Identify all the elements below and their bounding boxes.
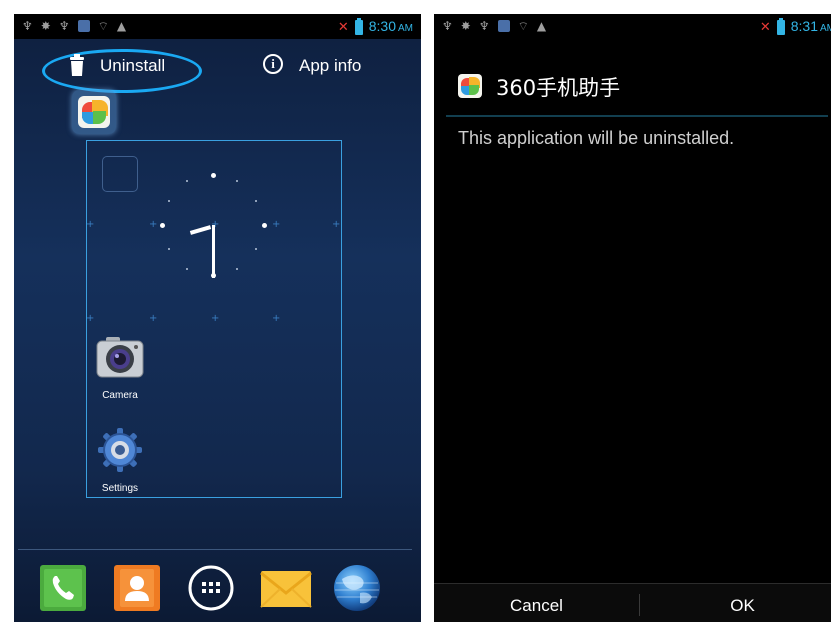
clock-tick	[236, 180, 238, 182]
no-sim-icon: ✕	[759, 19, 771, 35]
cancel-button[interactable]: Cancel	[434, 584, 639, 622]
status-time: 8:30 AM	[368, 18, 413, 34]
notification-app-icon	[77, 20, 90, 32]
wifi-icon: ⌔	[97, 19, 109, 33]
phone-icon[interactable]	[40, 565, 86, 611]
settings-app-label: Settings	[101, 483, 139, 494]
clock-mark	[160, 223, 165, 228]
browser-icon[interactable]	[332, 563, 382, 613]
360-app-icon	[78, 96, 110, 128]
clock-tick	[236, 268, 238, 270]
contacts-icon[interactable]	[114, 565, 160, 611]
dragged-app-icon[interactable]	[72, 90, 116, 134]
clock-mark	[211, 173, 216, 178]
wifi-icon: ⌔	[517, 19, 529, 33]
status-bar: ♆ ✸ ♆ ⌔ ▲ ✕ 8:31 AM	[434, 14, 831, 39]
camera-icon	[96, 337, 144, 378]
battery-icon	[776, 18, 785, 35]
dialog-message: This application will be uninstalled.	[458, 128, 735, 148]
android-debug-icon: ✸	[460, 19, 471, 33]
email-icon[interactable]	[260, 565, 312, 611]
battery-icon	[354, 18, 363, 35]
no-sim-icon: ✕	[337, 19, 349, 35]
clock-tick	[186, 268, 188, 270]
usb-icon: ♆	[58, 19, 70, 33]
clock-tick	[168, 200, 170, 202]
ghost-app-slot	[102, 156, 138, 192]
dock-divider	[18, 549, 412, 550]
android-debug-icon: ✸	[40, 19, 51, 33]
usb-icon: ♆	[442, 19, 453, 33]
uninstall-drop-target[interactable]: Uninstall	[100, 56, 165, 76]
app-drawer-icon[interactable]	[188, 565, 234, 611]
warning-icon: ▲	[536, 19, 547, 33]
trash-icon	[70, 54, 84, 76]
status-bar: ♆ ✸ ♆ ⌔ ▲ ✕ 8:30 AM	[14, 14, 421, 39]
clock-tick	[255, 200, 257, 202]
clock-tick	[186, 180, 188, 182]
minute-hand	[212, 225, 215, 278]
dialog-title: 360手机助手	[496, 76, 621, 100]
dialog-title-divider	[446, 115, 828, 117]
usb-icon: ♆	[478, 19, 490, 33]
360-app-icon	[458, 74, 482, 98]
drop-target-bar: Uninstall i App info	[14, 39, 421, 95]
settings-icon	[98, 428, 142, 472]
clock-tick	[255, 248, 257, 250]
clock-mark	[262, 223, 267, 228]
uninstall-dialog-screen: ♆ ✸ ♆ ⌔ ▲ ✕ 8:31 AM 360手机助手 This applicat…	[434, 14, 831, 622]
warning-icon: ▲	[116, 19, 127, 33]
status-time: 8:31 AM	[790, 18, 831, 34]
notification-app-icon	[497, 20, 510, 32]
camera-app-label: Camera	[102, 390, 138, 401]
clock-tick	[168, 248, 170, 250]
usb-icon: ♆	[22, 19, 33, 33]
dialog-button-bar: Cancel OK	[434, 583, 831, 622]
ok-button[interactable]: OK	[640, 584, 831, 622]
app-info-drop-target[interactable]: App info	[299, 56, 361, 76]
info-icon: i	[263, 54, 283, 74]
home-screen: ♆ ✸ ♆ ⌔ ▲ ✕ 8:30AM Uninstall i App info	[14, 14, 421, 622]
